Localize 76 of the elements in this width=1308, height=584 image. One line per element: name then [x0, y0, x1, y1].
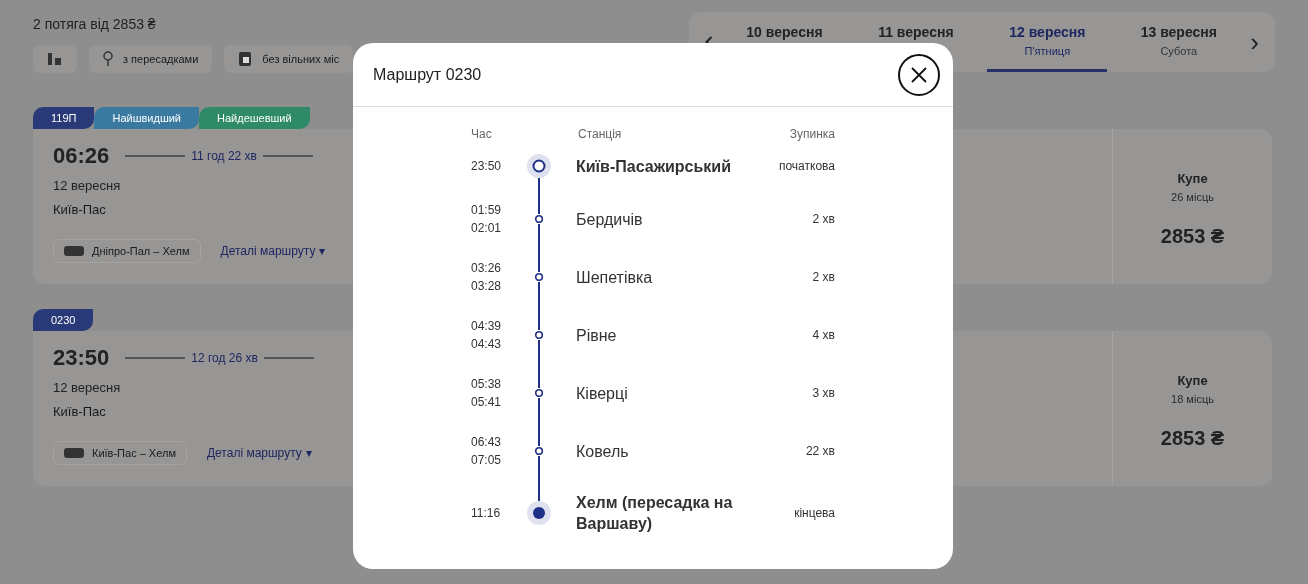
station-name: Рівне [575, 325, 618, 346]
stop-time: 02:01 [471, 221, 503, 235]
filter-chip[interactable]: без вільних міс [224, 45, 354, 73]
duration: 12 год 26 хв [191, 349, 258, 367]
column-header: Станція [577, 126, 623, 143]
seat-icon [238, 51, 253, 67]
seat-count: 26 місць [1171, 189, 1214, 205]
station-name: Шепетівка [575, 267, 654, 288]
seat-count: 18 місць [1171, 391, 1214, 407]
train-tag: Найдешевший [199, 107, 310, 129]
sort-icon [47, 52, 63, 66]
route-name: Дніпро-Пал – Хелм [92, 243, 190, 259]
stop-time: 11:16 [471, 506, 502, 520]
results-summary: 2 потяга від 2853 ₴ [33, 15, 157, 34]
close-icon [911, 66, 927, 83]
duration: 11 год 22 хв [191, 147, 257, 165]
station-name: Бердичів [575, 209, 644, 230]
departure-station: Київ-Пас [53, 402, 106, 421]
station-name: Ківерці [575, 383, 629, 404]
stop-duration: 2 хв [812, 211, 835, 228]
dialog-title: Маршрут 0230 [373, 64, 482, 85]
date-tab[interactable]: 10 вересня [724, 12, 845, 72]
date-tab[interactable]: 11 вересня [855, 12, 976, 72]
stop-time: 05:41 [471, 395, 503, 409]
stop-time: 04:43 [471, 337, 503, 351]
departure-time: 23:50 [53, 344, 110, 372]
stop-time: 07:05 [471, 453, 503, 467]
departure-date: 12 вересня [53, 177, 121, 195]
train-tag: 119П [33, 107, 95, 129]
stop-duration: початкова [778, 158, 835, 175]
departure-date: 12 вересня [53, 379, 121, 397]
caret-icon: ▾ [305, 444, 312, 462]
train-icon [64, 448, 84, 458]
class-name: Купе [1177, 372, 1208, 390]
price: 2853 ₴ [1160, 224, 1225, 249]
column-header: Час [471, 126, 493, 143]
next-button[interactable]: › [1250, 22, 1259, 62]
departure-station: Київ-Пас [53, 200, 106, 219]
filter-chip[interactable]: з пересадками [89, 45, 213, 73]
departure-time: 06:26 [53, 142, 110, 170]
stop-time: 23:50 [471, 159, 503, 173]
stop-duration: 3 хв [812, 385, 835, 402]
stop-time: 05:38 [471, 377, 503, 391]
route-line-icon [263, 356, 314, 359]
route-line-icon [125, 154, 186, 157]
stop-time: 04:39 [471, 319, 503, 333]
route-details-link[interactable]: Деталі маршруту ▾ [220, 242, 326, 260]
station-name: Ковель [575, 441, 630, 462]
route-details-link[interactable]: Деталі маршруту ▾ [206, 444, 312, 462]
price: 2853 ₴ [1160, 426, 1225, 451]
filter-label: без вільних міс [262, 51, 340, 67]
filter-label: з пересадками [123, 51, 199, 67]
caret-icon: ▾ [319, 242, 326, 260]
pin-icon [103, 51, 113, 67]
route-name: Київ-Пас – Хелм [92, 445, 176, 461]
route-line-icon [125, 356, 186, 359]
stop-duration: 22 хв [805, 443, 835, 460]
date-tab[interactable]: 13 вересня Субота [1118, 12, 1239, 72]
route-line-icon [263, 154, 313, 157]
stop-duration: 2 хв [812, 269, 835, 286]
stop-duration: кінцева [794, 505, 835, 522]
class-name: Купе [1177, 170, 1208, 188]
train-icon [64, 246, 84, 256]
stop-time: 03:28 [471, 279, 503, 293]
train-tag: 0230 [33, 309, 94, 331]
stop-time: 03:26 [471, 261, 503, 275]
train-tag: Найшвидший [94, 107, 199, 129]
stop-duration: 4 хв [812, 327, 835, 344]
station-name: Хелм (пересадка на Варшаву) [575, 493, 734, 534]
column-header: Зупинка [789, 126, 835, 143]
station-name: Київ-Пасажирський [575, 156, 733, 177]
stop-time: 01:59 [471, 203, 503, 217]
filter-chip[interactable] [33, 45, 77, 73]
close-button[interactable] [898, 53, 940, 96]
stop-time: 06:43 [471, 435, 503, 449]
date-tab[interactable]: 12 вересня П'ятниця [987, 12, 1108, 72]
